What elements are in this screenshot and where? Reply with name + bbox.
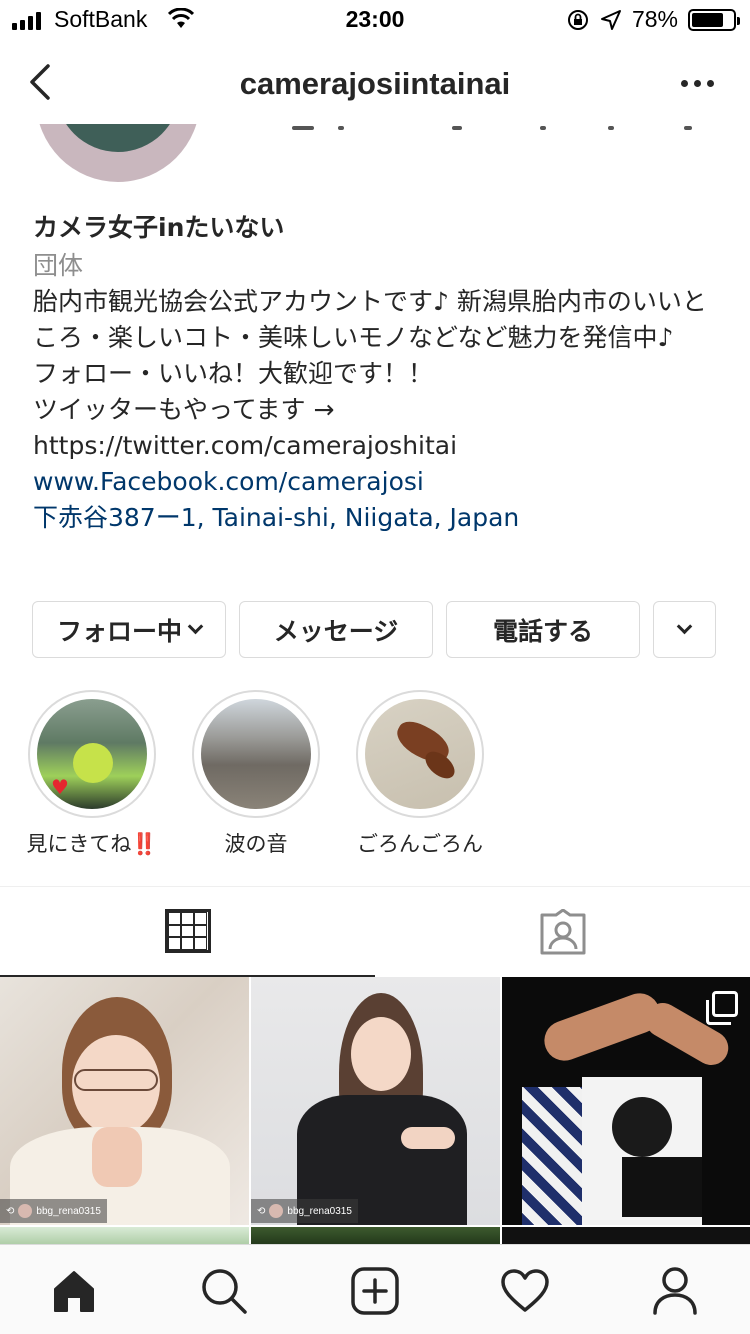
post-credit-tag: ⟲ bbg_rena0315 <box>251 1199 358 1223</box>
profile-header-scrolled <box>0 124 750 184</box>
grid-icon <box>164 909 211 953</box>
rotation-lock-icon <box>567 9 588 30</box>
website-link[interactable]: www.Facebook.com/camerajosi <box>33 464 723 500</box>
battery-percent: 78% <box>631 6 678 32</box>
following-button[interactable]: フォロー中 <box>32 601 226 658</box>
highlight-thumbnail <box>201 699 311 809</box>
nav-header: camerajosiintainai <box>0 44 750 124</box>
highlight-ring <box>192 690 320 818</box>
tab-grid[interactable] <box>0 887 375 977</box>
call-label: 電話する <box>492 616 593 646</box>
profile-category: 団体 <box>33 251 84 280</box>
highlight-ring: ♥ <box>28 690 156 818</box>
search-icon <box>202 1269 247 1314</box>
address-link[interactable]: 下赤谷387ー1, Tainai-shi, Niigata, Japan <box>33 500 723 536</box>
nav-home[interactable] <box>46 1263 102 1319</box>
call-button[interactable]: 電話する <box>446 601 640 658</box>
profile-name: カメラ女子inたいない <box>33 213 285 242</box>
home-icon <box>54 1271 94 1312</box>
carousel-icon <box>706 991 738 1025</box>
bio-text: 胎内市観光協会公式アカウントです♪ 新潟県胎内市のいいところ・楽しいコト・美味し… <box>33 287 707 460</box>
message-button[interactable]: メッセージ <box>239 601 433 658</box>
highlight-ring <box>356 690 484 818</box>
chevron-down-icon <box>676 618 693 635</box>
profile-actions: フォロー中 メッセージ 電話する <box>32 601 716 658</box>
credit-username: bbg_rena0315 <box>287 1205 352 1217</box>
highlight-thumbnail: ♥ <box>37 699 147 809</box>
nav-profile[interactable] <box>647 1263 703 1319</box>
page-title: camerajosiintainai <box>239 66 511 101</box>
credit-username: bbg_rena0315 <box>36 1205 101 1217</box>
message-label: メッセージ <box>273 616 399 646</box>
following-label: フォロー中 <box>56 616 182 646</box>
status-bar: SoftBank 23:00 78% <box>0 0 750 40</box>
nav-add[interactable] <box>347 1263 403 1319</box>
repost-icon: ⟲ <box>6 1205 15 1217</box>
add-icon <box>351 1267 399 1315</box>
nav-activity[interactable] <box>497 1263 553 1319</box>
highlight-item[interactable]: ごろんごろん <box>340 690 500 858</box>
highlight-label: 波の音 <box>224 832 288 856</box>
location-icon <box>600 9 621 30</box>
profile-tabs <box>0 886 750 977</box>
highlight-label: 見にきてね‼️ <box>26 832 158 856</box>
tab-tagged[interactable] <box>375 887 750 977</box>
profile-bio: カメラ女子inたいない 団体 胎内市観光協会公式アカウントです♪ 新潟県胎内市の… <box>33 208 723 536</box>
bottom-nav <box>0 1244 750 1334</box>
highlight-item[interactable]: ♥ 見にきてね‼️ <box>12 690 172 858</box>
heart-icon <box>501 1269 549 1312</box>
highlight-label: ごろんごろん <box>357 832 483 856</box>
post-thumbnail[interactable]: ⟲ bbg_rena0315 <box>0 977 249 1225</box>
posts-grid: ⟲ bbg_rena0315 ⟲ bbg_rena0315 <box>0 977 750 1247</box>
more-icon[interactable] <box>681 80 714 87</box>
highlight-thumbnail <box>365 699 475 809</box>
avatar[interactable] <box>36 124 200 182</box>
tagged-icon <box>540 909 585 955</box>
post-credit-tag: ⟲ bbg_rena0315 <box>0 1199 107 1223</box>
suggested-toggle-button[interactable] <box>653 601 716 658</box>
highlight-item[interactable]: 波の音 <box>176 690 336 858</box>
chevron-down-icon <box>187 618 204 635</box>
post-thumbnail[interactable]: ⟲ bbg_rena0315 <box>251 977 500 1225</box>
repost-icon: ⟲ <box>257 1205 266 1217</box>
battery-icon <box>688 8 740 31</box>
nav-search[interactable] <box>196 1263 252 1319</box>
profile-icon <box>653 1267 697 1315</box>
post-thumbnail[interactable] <box>502 977 750 1225</box>
